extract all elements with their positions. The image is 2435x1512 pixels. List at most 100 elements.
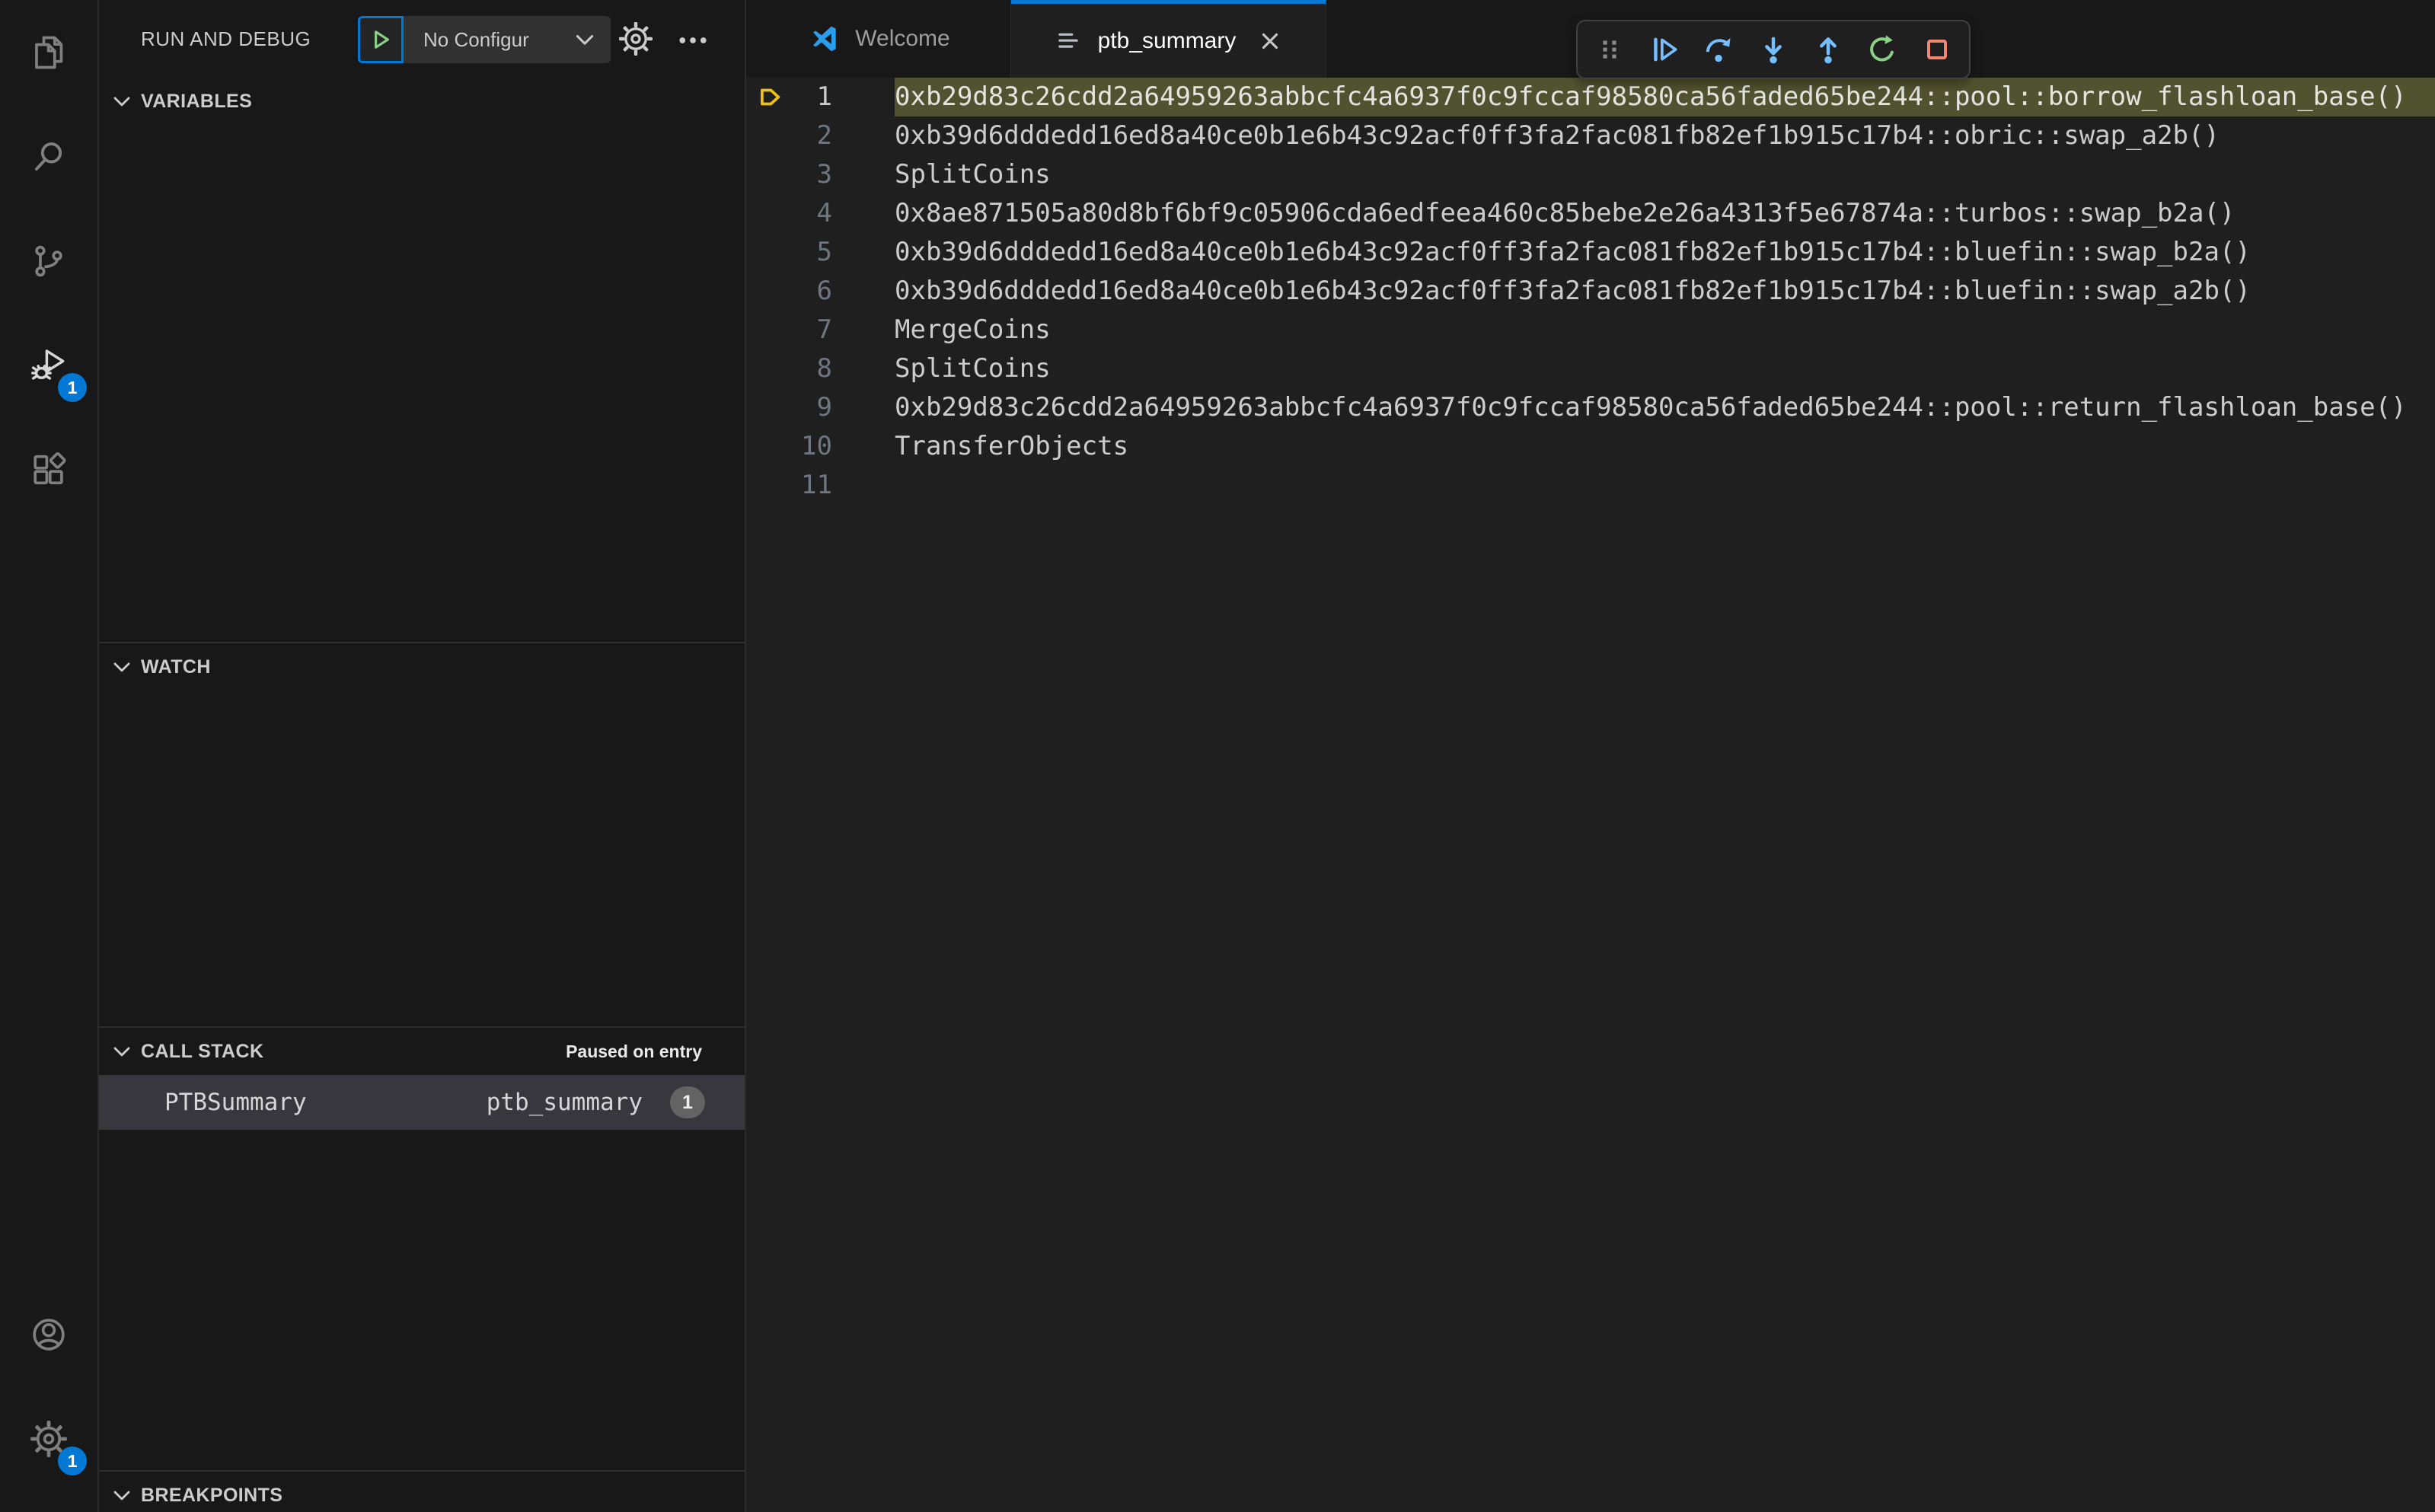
open-launch-json-button[interactable]: [618, 21, 654, 57]
gear-icon: [618, 21, 654, 57]
tab-welcome-label: Welcome: [855, 26, 950, 51]
stack-frame-file: ptb_summary: [486, 1089, 643, 1116]
activity-item-settings[interactable]: 1: [0, 1386, 97, 1491]
gutter[interactable]: 6: [746, 272, 895, 311]
play-icon: [368, 27, 394, 53]
line-number: 6: [816, 276, 832, 306]
line-text: [895, 466, 2435, 505]
line-number: 4: [816, 198, 832, 228]
code-line[interactable]: 7 MergeCoins: [746, 311, 2435, 349]
debug-step-into-button[interactable]: [1747, 24, 1799, 75]
ellipsis-icon: [676, 24, 710, 57]
debug-step-into-icon: [1757, 33, 1789, 65]
activity-bar: 1 1: [0, 0, 99, 1512]
gutter[interactable]: 9: [746, 388, 895, 427]
stack-frame-name: PTBSummary: [164, 1089, 307, 1116]
code-line[interactable]: 9 0xb29d83c26cdd2a64959263abbcfc4a6937f0…: [746, 388, 2435, 427]
debug-continue-icon: [1648, 33, 1680, 65]
chevron-down-icon: [110, 1040, 133, 1063]
debug-stop-button[interactable]: [1911, 24, 1963, 75]
gutter[interactable]: 7: [746, 311, 895, 349]
watch-section-label: WATCH: [141, 656, 211, 678]
line-text: 0xb39d6dddedd16ed8a40ce0b1e6b43c92acf0ff…: [895, 237, 2251, 267]
activity-bar-bottom: 1: [0, 1282, 97, 1491]
gutter[interactable]: 4: [746, 194, 895, 233]
gutter[interactable]: 5: [746, 233, 895, 272]
activity-item-search[interactable]: [0, 104, 97, 209]
line-text: 0xb39d6dddedd16ed8a40ce0b1e6b43c92acf0ff…: [895, 120, 2220, 151]
call-stack-section-label: CALL STACK: [141, 1040, 264, 1062]
code-line[interactable]: 2 0xb39d6dddedd16ed8a40ce0b1e6b43c92acf0…: [746, 116, 2435, 155]
watch-section: WATCH: [99, 642, 745, 691]
line-text: 0xb39d6dddedd16ed8a40ce0b1e6b43c92acf0ff…: [895, 276, 2251, 306]
code-line[interactable]: 8 SplitCoins: [746, 349, 2435, 388]
call-stack-section: CALL STACK Paused on entry PTBSummary pt…: [99, 1026, 745, 1130]
line-text: SplitCoins: [895, 353, 1051, 384]
launch-group: No Configur: [358, 16, 611, 63]
call-stack-status: Paused on entry: [566, 1041, 702, 1061]
start-debugging-button[interactable]: [358, 16, 404, 63]
line-text: 0xb29d83c26cdd2a64959263abbcfc4a6937f0c9…: [895, 78, 2435, 116]
toolbar-drag-handle[interactable]: [1584, 24, 1636, 75]
watch-section-header[interactable]: WATCH: [99, 643, 745, 691]
gripper-icon: [1596, 36, 1623, 63]
line-number: 9: [816, 392, 832, 423]
gutter[interactable]: 2: [746, 116, 895, 155]
gutter[interactable]: 8: [746, 349, 895, 388]
variables-section-header[interactable]: VARIABLES: [99, 78, 745, 125]
line-number: 8: [816, 353, 832, 384]
code-line[interactable]: 5 0xb39d6dddedd16ed8a40ce0b1e6b43c92acf0…: [746, 233, 2435, 272]
activity-item-accounts[interactable]: [0, 1282, 97, 1386]
vscode-logo-icon: [806, 22, 840, 56]
debug-step-out-icon: [1812, 33, 1844, 65]
code-line[interactable]: 10 TransferObjects: [746, 427, 2435, 466]
sidebar-title: RUN AND DEBUG: [141, 27, 311, 50]
debug-restart-icon: [1866, 33, 1898, 65]
line-number: 5: [816, 237, 832, 267]
configuration-label: No Configur: [423, 27, 529, 51]
stack-frame-row[interactable]: PTBSummary ptb_summary 1: [99, 1075, 745, 1130]
activity-item-explorer[interactable]: [0, 0, 97, 104]
gutter[interactable]: 11: [746, 466, 895, 505]
file-lines-icon: [1054, 27, 1083, 56]
views-more-actions-button[interactable]: [676, 24, 710, 57]
activity-item-source-control[interactable]: [0, 209, 97, 313]
code-editor[interactable]: 1 0xb29d83c26cdd2a64959263abbcfc4a6937f0…: [746, 78, 2435, 1512]
code-line[interactable]: 3 SplitCoins: [746, 155, 2435, 194]
debug-step-out-button[interactable]: [1802, 24, 1854, 75]
configuration-dropdown[interactable]: No Configur: [404, 16, 611, 63]
line-text: SplitCoins: [895, 159, 1051, 190]
gutter[interactable]: 3: [746, 155, 895, 194]
breakpoints-section: BREAKPOINTS: [99, 1470, 745, 1512]
line-text: 0x8ae871505a80d8bf6bf9c05906cda6edfeea46…: [895, 198, 2236, 228]
chevron-down-icon: [110, 90, 133, 113]
gutter[interactable]: 10: [746, 427, 895, 466]
source-control-icon: [29, 241, 69, 281]
files-icon: [29, 33, 69, 72]
chevron-down-icon: [573, 27, 597, 52]
breakpoints-section-header[interactable]: BREAKPOINTS: [99, 1472, 745, 1512]
line-number: 3: [816, 159, 832, 190]
debug-restart-button[interactable]: [1856, 24, 1908, 75]
activity-item-extensions[interactable]: [0, 417, 97, 522]
line-number: 2: [816, 120, 832, 151]
code-line[interactable]: 6 0xb39d6dddedd16ed8a40ce0b1e6b43c92acf0…: [746, 272, 2435, 311]
debug-continue-button[interactable]: [1639, 24, 1690, 75]
activity-item-run-and-debug[interactable]: 1: [0, 313, 97, 417]
code-line[interactable]: 1 0xb29d83c26cdd2a64959263abbcfc4a6937f0…: [746, 78, 2435, 116]
debug-toolbar: [1576, 20, 1971, 79]
code-line[interactable]: 4 0x8ae871505a80d8bf6bf9c05906cda6edfeea…: [746, 194, 2435, 233]
debug-step-over-button[interactable]: [1693, 24, 1744, 75]
call-stack-section-header[interactable]: CALL STACK Paused on entry: [99, 1028, 745, 1075]
breakpoints-section-label: BREAKPOINTS: [141, 1484, 283, 1506]
variables-section: VARIABLES: [99, 78, 745, 125]
gutter[interactable]: 1: [746, 78, 895, 116]
tab-welcome[interactable]: Welcome: [746, 0, 1011, 78]
tab-ptb-summary[interactable]: ptb_summary: [1011, 0, 1326, 78]
code-line[interactable]: 11: [746, 466, 2435, 505]
line-number: 7: [816, 314, 832, 345]
search-icon: [29, 137, 69, 177]
close-tab-icon[interactable]: [1257, 28, 1283, 54]
activity-bar-top: 1: [0, 0, 97, 522]
settings-badge: 1: [58, 1447, 87, 1475]
